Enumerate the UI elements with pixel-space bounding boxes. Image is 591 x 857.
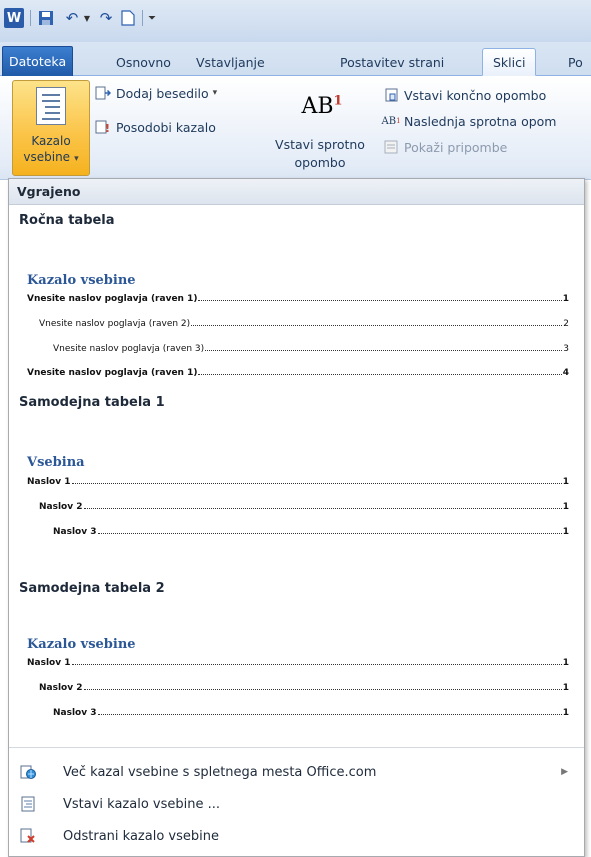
gallery-section-title[interactable]: Samodejna tabela 1 [19, 395, 165, 410]
save-icon[interactable] [36, 8, 56, 28]
show-notes-icon [382, 139, 400, 155]
chevron-down-icon: ▾ [212, 88, 218, 98]
next-footnote-icon: AB 1 [381, 115, 401, 127]
preview-line: Vnesite naslov poglavja (raven 3) 3 [53, 344, 569, 354]
preview-line: Vnesite naslov poglavja (raven 1) 4 [27, 368, 569, 378]
chevron-right-icon: ▶ [561, 767, 568, 777]
next-footnote-button[interactable]: AB 1 Naslednja sprotna opom [381, 110, 556, 132]
office-com-icon [19, 763, 37, 781]
gallery-section-title[interactable]: Samodejna tabela 2 [19, 581, 165, 596]
svg-text:!: ! [105, 122, 110, 134]
customize-qat-icon[interactable]: ⏷ [146, 8, 158, 28]
update-table-button[interactable]: ! Posodobi kazalo [94, 116, 216, 138]
table-of-contents-button[interactable]: Kazalo vsebine ▾ [12, 80, 90, 176]
add-text-button[interactable]: Dodaj besedilo ▾ [94, 82, 217, 104]
insert-toc-icon [19, 795, 37, 813]
separator [30, 10, 31, 26]
ribbon-panel: Kazalo vsebine ▾ Dodaj besedilo ▾ ! Posod… [0, 76, 591, 180]
remove-toc-icon [19, 827, 37, 845]
preview-title: Vsebina [27, 455, 85, 470]
preview-line: Naslov 11 [27, 477, 569, 487]
preview-title: Kazalo vsebine [27, 637, 136, 652]
divider [9, 747, 584, 748]
tab-page-layout[interactable]: Postavitev strani [330, 48, 454, 76]
chevron-down-icon: ▾ [74, 154, 79, 164]
toc-button-label: Kazalo vsebine ▾ [23, 134, 79, 164]
insert-footnote-label[interactable]: Vstavi sprotno opombo [262, 136, 378, 172]
tab-home[interactable]: Osnovno [106, 48, 181, 76]
preview-line: Naslov 21 [39, 683, 569, 693]
preview-line: Naslov 31 [53, 708, 569, 718]
quick-access-toolbar: W ↶ ▼ ↷ ⏷ [0, 0, 591, 42]
tab-references[interactable]: Sklici [482, 48, 537, 76]
update-table-icon: ! [94, 119, 112, 135]
preview-line: Naslov 11 [27, 658, 569, 668]
gallery-header: Vgrajeno [9, 179, 584, 205]
toc-gallery-dropdown: Vgrajeno Ročna tabela Kazalo vsebine Vne… [8, 178, 585, 857]
word-app-icon[interactable]: W [4, 8, 24, 28]
preview-line: Naslov 31 [53, 527, 569, 537]
insert-footnote-button[interactable]: AB1 [266, 94, 378, 119]
insert-endnote-button[interactable]: Vstavi končno opombo [382, 84, 546, 106]
undo-dropdown-arrow-icon[interactable]: ▼ [82, 8, 92, 28]
table-of-contents-icon [36, 87, 66, 125]
redo-icon[interactable]: ↷ [96, 8, 116, 28]
separator [142, 10, 143, 26]
more-tocs-office-com-item[interactable]: Več kazal vsebine s spletnega mesta Offi… [9, 759, 584, 785]
add-text-icon [94, 85, 112, 101]
preview-title: Kazalo vsebine [27, 273, 136, 288]
endnote-icon [382, 87, 400, 103]
tab-file[interactable]: Datoteka [2, 46, 74, 76]
tab-mailings[interactable]: Po [558, 48, 591, 76]
insert-toc-item[interactable]: Vstavi kazalo vsebine ... [9, 791, 584, 817]
undo-icon[interactable]: ↶ [62, 8, 82, 28]
preview-line: Naslov 21 [39, 502, 569, 512]
new-document-icon[interactable] [118, 8, 138, 28]
gallery-section-title[interactable]: Ročna tabela [19, 213, 115, 228]
remove-toc-item[interactable]: Odstrani kazalo vsebine [9, 823, 584, 849]
preview-line: Vnesite naslov poglavja (raven 2) 2 [39, 319, 569, 329]
show-notes-button[interactable]: Pokaži pripombe [382, 136, 507, 158]
ribbon-tabs: Datoteka Osnovno Vstavljanje Postavitev … [0, 42, 591, 76]
preview-line: Vnesite naslov poglavja (raven 1) 1 [27, 294, 569, 304]
footnote-icon: AB1 [301, 94, 343, 120]
tab-insert[interactable]: Vstavljanje [186, 48, 275, 76]
